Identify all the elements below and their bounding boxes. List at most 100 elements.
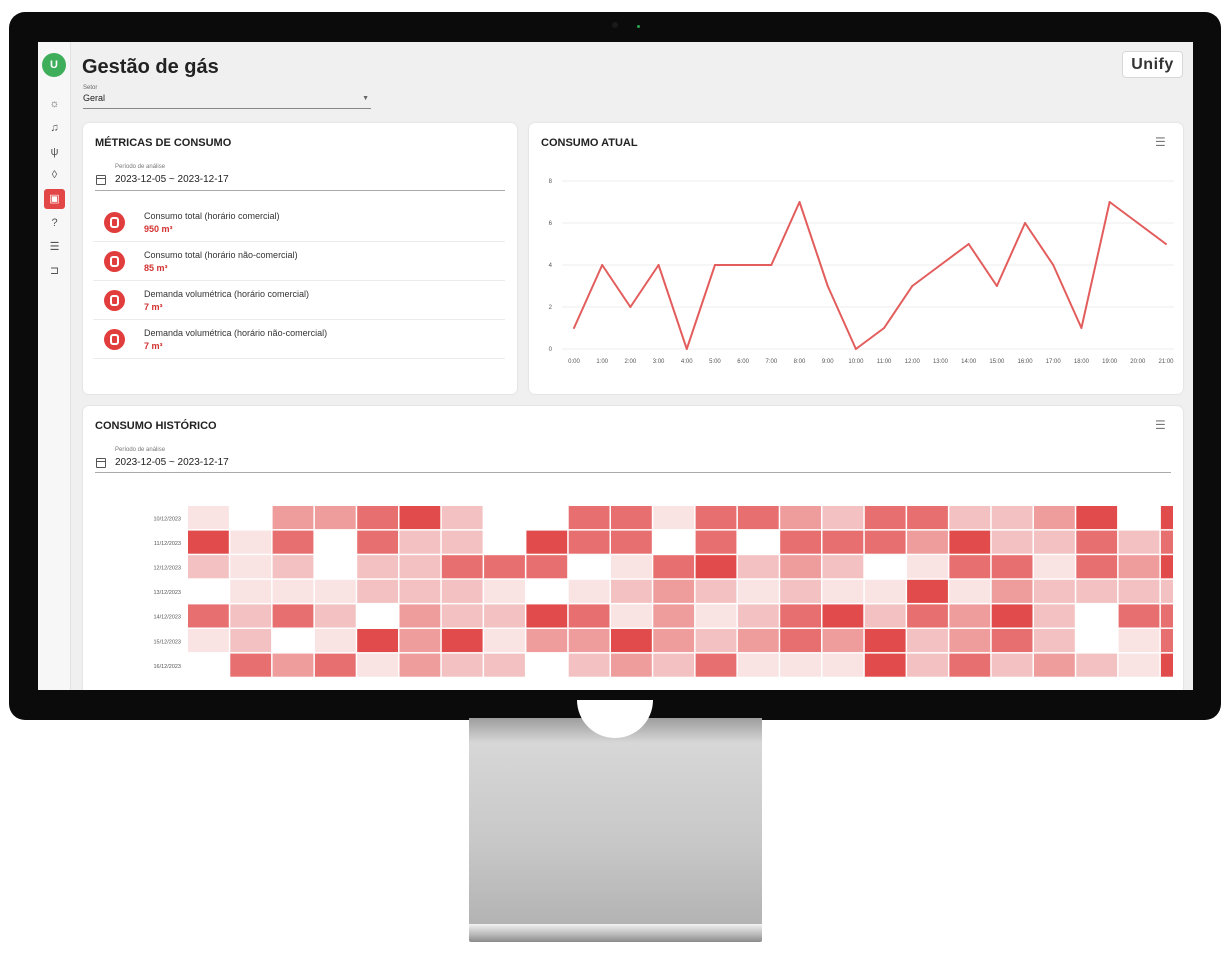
x-tick-label: 6:00 <box>737 359 749 365</box>
heatmap-cell <box>949 579 991 603</box>
x-tick-label: 13:00 <box>933 359 949 365</box>
heatmap-cell <box>907 555 948 579</box>
heatmap-cell <box>526 604 568 628</box>
heatmap-cell <box>907 530 948 554</box>
history-card-title: CONSUMO HISTÓRICO <box>95 420 217 432</box>
heatmap-cell <box>568 653 610 677</box>
history-card: CONSUMO HISTÓRICO ☰ Período de análise 2… <box>83 406 1183 690</box>
heatmap-cell <box>822 629 864 653</box>
bulb-icon[interactable]: ☼ <box>44 94 65 114</box>
x-tick-label: 3:00 <box>653 359 665 365</box>
heatmap-cell <box>611 653 652 677</box>
data-point <box>742 264 745 266</box>
setor-select[interactable]: Geral ▼ <box>83 93 371 109</box>
data-point <box>826 285 829 287</box>
heatmap-cell <box>695 653 737 677</box>
metric-label: Consumo total (horário não-comercial) <box>144 250 298 260</box>
y-tick-label: 2 <box>549 305 553 311</box>
y-tick-label: 6 <box>549 221 553 227</box>
setor-value: Geral <box>83 93 106 103</box>
heatmap-cell <box>780 653 821 677</box>
heatmap-cell <box>822 555 864 579</box>
y-tick-label: 4 <box>549 263 553 269</box>
heatmap-cell <box>357 653 398 677</box>
heatmap-cell <box>949 555 991 579</box>
x-tick-label: 21:00 <box>1158 359 1174 365</box>
heatmap-cell <box>357 629 398 653</box>
heatmap-cell <box>272 555 314 579</box>
plug-icon[interactable]: ψ <box>44 142 65 162</box>
heatmap-cell <box>822 653 864 677</box>
heatmap-cell <box>780 555 821 579</box>
heatmap-cell <box>441 506 483 530</box>
heatmap-cell <box>822 530 864 554</box>
x-tick-label: 7:00 <box>765 359 777 365</box>
avatar[interactable]: U <box>42 53 66 77</box>
x-tick-label: 12:00 <box>905 359 921 365</box>
heatmap-cell <box>526 506 568 530</box>
app-screen: U ☼ ♫ ψ ◊ ▣? ☰ ⊐ Gestão de gás Setor Geral ▼ U… <box>38 42 1193 690</box>
chevron-down-icon: ▼ <box>362 95 369 102</box>
heatmap-cell <box>526 579 568 603</box>
heatmap-cell <box>653 604 695 628</box>
heatmap-cell <box>484 653 525 677</box>
calendar-icon[interactable] <box>96 458 106 468</box>
heatmap-chart: 10/12/2023 11/12/2023 12/12/2023 13/12/2023… <box>153 506 1173 677</box>
period-underline <box>95 472 1171 473</box>
menu-icon[interactable]: ☰ <box>1155 135 1166 149</box>
x-tick-label: 17:00 <box>1046 359 1062 365</box>
webcam <box>612 22 618 28</box>
gas-cylinder-icon[interactable]: ▣ <box>44 189 65 209</box>
heatmap-cell <box>568 579 610 603</box>
heatmap-cell <box>907 579 948 603</box>
heatmap-cell <box>611 506 652 530</box>
gas-cylinder-icon <box>104 251 125 272</box>
heatmap-cell <box>526 653 568 677</box>
data-point <box>883 327 886 329</box>
heatmap-cell <box>314 653 356 677</box>
row-label: 14/12/2023 <box>153 615 181 621</box>
period-input[interactable]: 2023-12-05 ~ 2023-12-17 <box>115 174 229 185</box>
metrics-card: MÉTRICAS DE CONSUMO Período de análise 2… <box>83 123 517 394</box>
drop-icon[interactable]: ◊ <box>44 165 65 185</box>
logout-icon[interactable]: ⊐ <box>44 261 65 281</box>
metric-item: Consumo total (horário comercial) 950 m³ <box>93 203 505 242</box>
heatmap-cell <box>230 653 272 677</box>
heatmap-cell <box>780 629 821 653</box>
data-point <box>770 264 773 266</box>
calendar-icon[interactable] <box>96 175 106 185</box>
heatmap-cell <box>653 555 695 579</box>
heatmap-cell <box>1160 629 1173 653</box>
x-tick-label: 1:00 <box>596 359 608 365</box>
heatmap-cell <box>399 530 441 554</box>
bell-icon[interactable]: ♫ <box>44 118 65 138</box>
heatmap-cell <box>653 530 695 554</box>
heatmap-cell <box>780 579 821 603</box>
help-icon[interactable]: ? <box>44 213 65 233</box>
x-tick-label: 20:00 <box>1130 359 1146 365</box>
data-point <box>601 264 604 266</box>
menu-icon[interactable]: ☰ <box>1155 418 1166 432</box>
heatmap-cell <box>314 555 356 579</box>
list-icon[interactable]: ☰ <box>44 237 65 257</box>
heatmap-cell <box>357 530 398 554</box>
heatmap-cell <box>188 506 229 530</box>
period-input[interactable]: 2023-12-05 ~ 2023-12-17 <box>115 457 229 468</box>
heatmap-cell <box>568 629 610 653</box>
data-point <box>1165 243 1167 245</box>
heatmap-cell <box>1076 604 1118 628</box>
heatmap-cell <box>568 530 610 554</box>
heatmap-cell <box>230 555 272 579</box>
x-tick-label: 18:00 <box>1074 359 1090 365</box>
line-chart: 0 2 4 6 8 0:00 1:00 2:00 3:00 4:00 5:00 6:00 7:00 8:0… <box>549 179 1175 365</box>
heatmap-cell <box>949 604 991 628</box>
heatmap-cell <box>1118 579 1160 603</box>
stand-base <box>469 924 762 942</box>
heatmap-cell <box>1160 506 1173 530</box>
x-tick-label: 11:00 <box>877 359 892 365</box>
x-tick-label: 5:00 <box>709 359 721 365</box>
heatmap-cell <box>737 506 779 530</box>
metric-label: Demanda volumétrica (horário comercial) <box>144 289 310 299</box>
heatmap-cell <box>864 506 906 530</box>
row-label: 12/12/2023 <box>153 566 181 572</box>
